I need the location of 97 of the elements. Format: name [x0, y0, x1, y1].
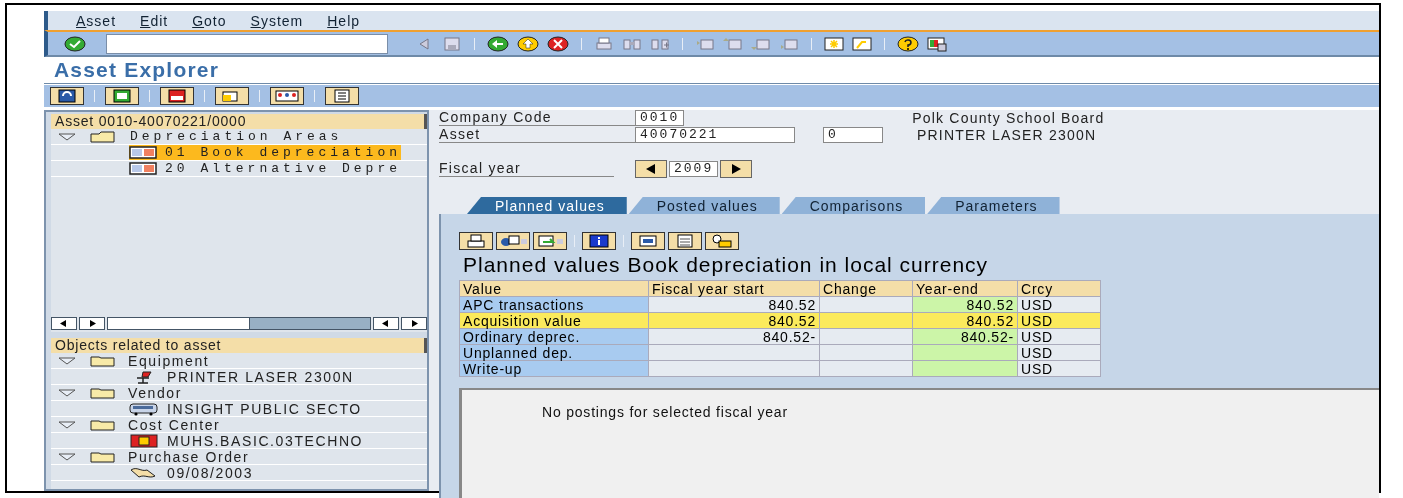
field-label: Company Code — [439, 110, 635, 126]
table-row[interactable]: Acquisition value 840.52 840.52 USD — [459, 312, 1101, 329]
table-cell: USD — [1021, 328, 1053, 345]
folder-icon — [90, 386, 116, 399]
field-label: Fiscal year — [439, 161, 614, 177]
triangle-left-icon[interactable] — [646, 164, 656, 174]
new-window-icon[interactable] — [824, 35, 844, 52]
table-cell: 840.52 — [966, 312, 1014, 329]
tree-item[interactable]: 20 Alternative Depre — [129, 161, 402, 176]
cancel-icon[interactable] — [547, 35, 569, 52]
refresh-icon[interactable] — [50, 87, 84, 105]
table-cell: 840.52 — [768, 312, 816, 329]
triangle-left-icon[interactable] — [60, 320, 68, 327]
panel-header: Objects related to asset — [51, 338, 427, 353]
triangle-right-icon[interactable] — [410, 320, 418, 327]
scroll-right-button[interactable] — [79, 317, 105, 330]
table-cell: 840.52 — [966, 296, 1014, 313]
table-cell: Acquisition value — [463, 312, 582, 329]
table-cell: Unplanned dep. — [463, 344, 574, 361]
tab[interactable]: Parameters — [927, 197, 1060, 214]
scroll-left-button[interactable] — [373, 317, 399, 330]
table-cell: USD — [1021, 312, 1053, 329]
column-header[interactable]: Crcy — [1017, 280, 1101, 297]
menu-item[interactable]: System — [250, 12, 304, 29]
expand-triangle-icon[interactable] — [58, 420, 76, 429]
expand-triangle-icon[interactable] — [58, 356, 76, 365]
command-field[interactable] — [106, 33, 388, 54]
scroll-left-button[interactable] — [51, 317, 77, 330]
expand-triangle-icon[interactable] — [58, 452, 76, 461]
table-cell: USD — [1021, 360, 1053, 377]
report-title: Planned values Book depreciation in local currency — [462, 252, 990, 278]
help-icon[interactable] — [897, 35, 919, 52]
print-icon[interactable] — [459, 232, 493, 250]
table-cell: APC transactions — [463, 296, 584, 313]
company-name: Polk County School Board — [912, 110, 1105, 126]
column-header[interactable]: Fiscal year start — [648, 280, 820, 297]
expand-triangle-icon[interactable] — [58, 388, 76, 397]
table-cell: 840.52- — [960, 328, 1014, 345]
check-icon[interactable] — [64, 35, 86, 52]
table-row[interactable]: Unplanned dep. USD — [459, 344, 1101, 361]
menu-item[interactable]: Help — [327, 12, 361, 29]
asset-description: PRINTER LASER 2300N — [917, 127, 1097, 143]
menu-item[interactable]: Edit — [140, 12, 169, 29]
cost-center-icon — [129, 433, 159, 448]
tab[interactable]: Planned values — [467, 197, 627, 214]
tree-item[interactable]: 09/08/2003 — [167, 464, 254, 481]
folder-icon — [90, 418, 116, 431]
fiscal-year-field[interactable]: 2009 — [669, 161, 719, 177]
export-icon[interactable] — [496, 232, 530, 250]
table-cell: Write-up — [463, 360, 523, 377]
scrollbar[interactable] — [107, 317, 371, 330]
tab[interactable]: Posted values — [628, 197, 780, 214]
table-cell: USD — [1021, 344, 1053, 361]
table-cell: Ordinary deprec. — [463, 328, 581, 345]
hierarchy-icon[interactable] — [270, 87, 304, 105]
triangle-left-icon[interactable] — [382, 320, 390, 327]
menu-item[interactable]: Asset — [76, 12, 117, 29]
tree-item[interactable]: MUHS.BASIC.03TECHNO — [167, 432, 364, 449]
expand-triangle-icon[interactable] — [58, 132, 76, 141]
list-icon[interactable] — [325, 87, 359, 105]
column-header[interactable]: Value — [459, 280, 649, 297]
table-row[interactable]: APC transactions 840.52 840.52 USD — [459, 296, 1101, 313]
sub-number-field[interactable]: 0 — [823, 127, 883, 143]
field-label: Asset — [439, 127, 635, 143]
tree-item[interactable]: Purchase Order — [128, 448, 250, 465]
tree-item[interactable]: Vendor — [128, 384, 182, 401]
scroll-right-button[interactable] — [401, 317, 427, 330]
tab[interactable]: Comparisons — [781, 197, 926, 214]
triangle-right-icon[interactable] — [731, 164, 742, 174]
tree-item[interactable]: Equipment — [128, 352, 210, 369]
table-cell: 840.52- — [762, 328, 816, 345]
column-header[interactable]: Change — [819, 280, 913, 297]
table-row[interactable]: Ordinary deprec. 840.52- 840.52- USD — [459, 328, 1101, 345]
next-year-button[interactable] — [720, 160, 753, 178]
shortcut-icon[interactable] — [852, 35, 872, 52]
bus-icon — [129, 401, 159, 416]
status-message: No postings for selected fiscal year — [542, 404, 788, 420]
table-cell: 840.52 — [768, 296, 816, 313]
tree-item[interactable]: 01 Book depreciation — [129, 145, 402, 160]
column-header[interactable]: Year-end — [912, 280, 1018, 297]
page-title: Asset Explorer — [44, 57, 1379, 84]
company-code-field[interactable]: 0010 — [635, 110, 685, 126]
tree-item[interactable]: Cost Center — [128, 416, 221, 433]
info-icon[interactable] — [582, 232, 616, 250]
download-icon[interactable] — [533, 232, 567, 250]
triangle-right-icon[interactable] — [88, 320, 96, 327]
tree-item[interactable]: INSIGHT PUBLIC SECTO — [167, 400, 362, 417]
tree-item[interactable]: Depreciation Areas — [128, 129, 345, 144]
tree-header: Asset 0010-40070221/0000 — [51, 114, 427, 129]
back-icon[interactable] — [487, 35, 509, 52]
table-cell: USD — [1021, 296, 1053, 313]
table-row[interactable]: Write-up USD — [459, 360, 1101, 377]
asset-field[interactable]: 40070221 — [635, 127, 795, 143]
previous-year-button[interactable] — [635, 160, 667, 178]
folder-icon — [90, 450, 116, 463]
menu-item[interactable]: Goto — [192, 12, 227, 29]
tree-item[interactable]: PRINTER LASER 2300N — [167, 368, 354, 385]
